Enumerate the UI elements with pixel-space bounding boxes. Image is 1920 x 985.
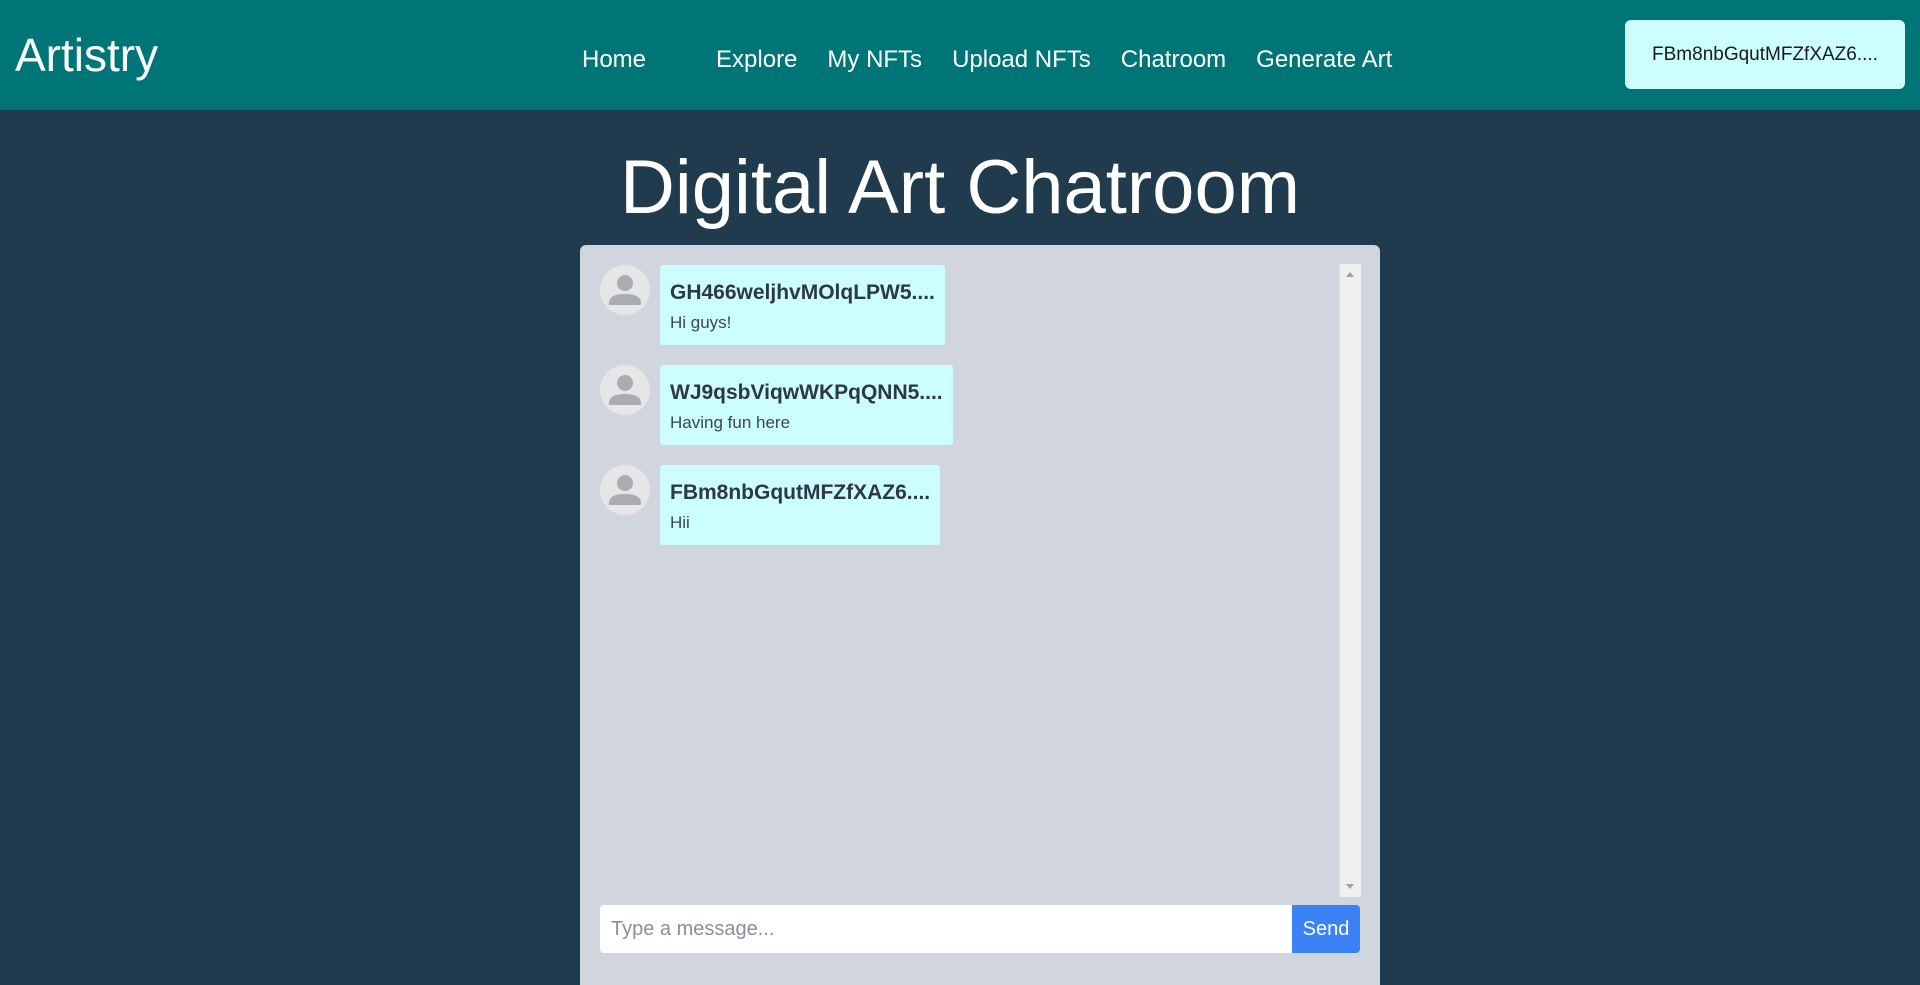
chat-message: GH466weljhvMOlqLPW5.... Hi guys! [600,265,1335,345]
message-bubble: WJ9qsbViqwWKPqQNN5.... Having fun here [660,365,953,445]
message-text: Hii [670,513,690,532]
user-avatar-icon [600,365,650,415]
message-input[interactable] [600,905,1292,953]
nav-link-generate-art[interactable]: Generate Art [1256,44,1392,76]
nav-link-my-nfts[interactable]: My NFTs [827,44,922,76]
chat-panel: GH466weljhvMOlqLPW5.... Hi guys! WJ9qsbV… [580,245,1380,985]
message-bubble: GH466weljhvMOlqLPW5.... Hi guys! [660,265,945,345]
send-button[interactable]: Send [1292,905,1360,953]
wallet-address-button[interactable]: FBm8nbGqutMFZfXAZ6.... [1625,20,1905,89]
user-avatar-icon [600,465,650,515]
chat-message: FBm8nbGqutMFZfXAZ6.... Hii [600,465,1335,545]
nav-link-explore[interactable]: Explore [716,44,797,76]
navbar: Artistry Home Explore My NFTs Upload NFT… [0,0,1920,110]
nav-link-chatroom[interactable]: Chatroom [1121,44,1226,76]
user-avatar-icon [600,265,650,315]
page-title: Digital Art Chatroom [619,145,1301,230]
message-sender: GH466weljhvMOlqLPW5.... [670,281,935,304]
scroll-up-arrow-icon[interactable] [1346,272,1354,277]
message-bubble: FBm8nbGqutMFZfXAZ6.... Hii [660,465,941,545]
message-sender: WJ9qsbViqwWKPqQNN5.... [670,381,943,404]
nav-link-upload-nfts[interactable]: Upload NFTs [952,44,1091,76]
nav-links: Home Explore My NFTs Upload NFTs Chatroo… [582,44,1422,76]
message-text: Having fun here [670,413,791,432]
message-sender: FBm8nbGqutMFZfXAZ6.... [670,481,931,504]
message-list-scrollbar[interactable] [1339,264,1361,897]
message-text: Hi guys! [670,313,732,332]
brand-logo[interactable]: Artistry [15,28,158,82]
nav-link-home[interactable]: Home [582,44,646,76]
chat-message: WJ9qsbViqwWKPqQNN5.... Having fun here [600,365,1335,445]
message-composer: Send [600,905,1360,953]
scroll-down-arrow-icon[interactable] [1346,884,1354,889]
message-list: GH466weljhvMOlqLPW5.... Hi guys! WJ9qsbV… [600,265,1335,925]
